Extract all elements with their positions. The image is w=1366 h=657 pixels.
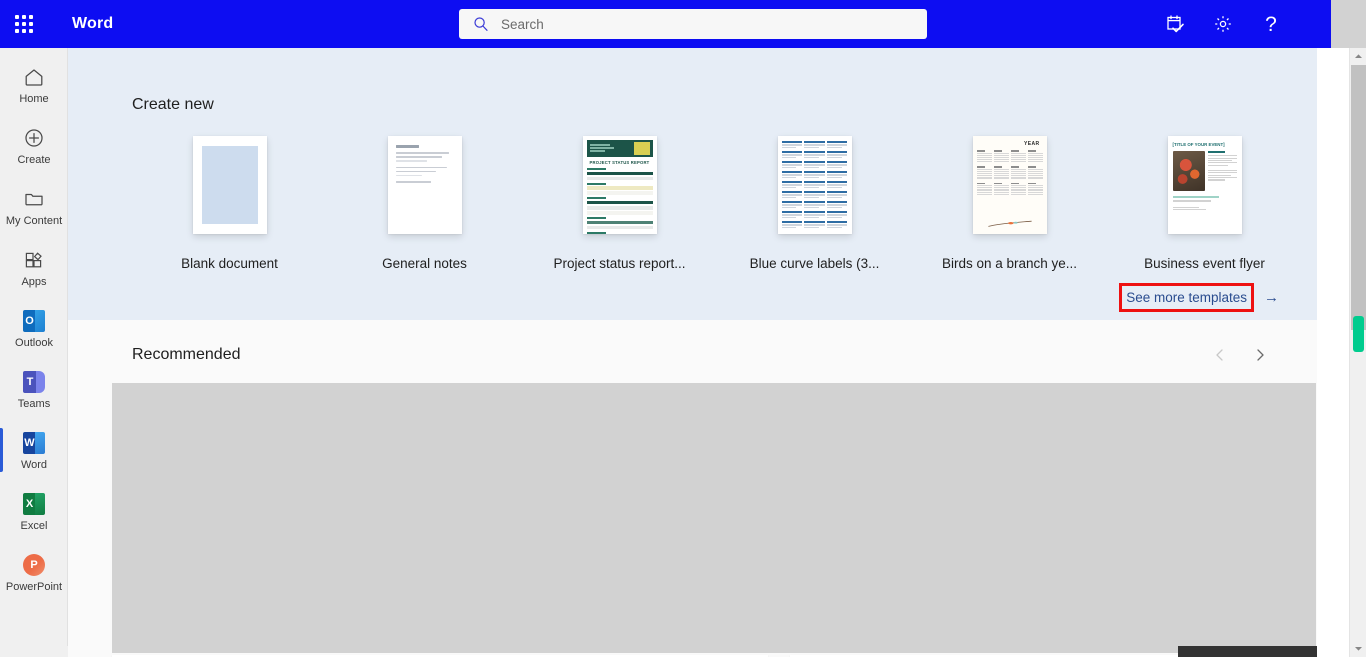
template-label: Birds on a branch ye... — [941, 256, 1078, 271]
psr-thumb-title: PROJECT STATUS REPORT — [589, 160, 650, 165]
template-label: Blank document — [181, 256, 278, 271]
scrollbar-position-marker — [1353, 316, 1364, 352]
powerpoint-icon: P — [23, 552, 45, 578]
project-status-report-thumb: PROJECT STATUS REPORT — [582, 136, 657, 234]
create-new-section: Create new Blank document General notes … — [68, 48, 1317, 320]
template-label: Project status report... — [553, 256, 686, 271]
vertical-scrollbar-thumb[interactable] — [1351, 65, 1366, 330]
flyer-photo — [1172, 151, 1205, 192]
template-blue-curve-labels[interactable]: Blue curve labels (3... — [717, 136, 912, 271]
recommended-header: Recommended — [68, 320, 1317, 366]
arrow-right-icon[interactable]: → — [1264, 289, 1279, 306]
search-input[interactable] — [501, 16, 901, 32]
sidebar-item-label: Apps — [21, 275, 47, 288]
left-navigation-rail: Home Create My Content Apps O Outlook T … — [0, 48, 68, 657]
search-icon — [474, 17, 488, 31]
plus-circle-icon — [23, 125, 45, 151]
sidebar-item-label: PowerPoint — [5, 580, 63, 593]
see-more-templates-row: See more templates → — [1119, 283, 1279, 312]
rail-bottom-gap — [0, 646, 68, 657]
help-icon[interactable]: ? — [1260, 13, 1282, 35]
blue-curve-labels-thumb — [777, 136, 852, 234]
settings-gear-icon[interactable] — [1212, 13, 1234, 35]
sidebar-item-excel[interactable]: X Excel — [0, 483, 68, 539]
sidebar-item-my-content[interactable]: My Content — [0, 178, 68, 234]
header-icon-group: ? — [1164, 0, 1282, 48]
sidebar-item-label: Home — [19, 92, 49, 105]
birds-on-a-branch-thumb: YEAR — [972, 136, 1047, 234]
sidebar-item-label: Outlook — [15, 336, 53, 349]
flyer-title-text: [TITLE OF YOUR EVENT] — [1172, 142, 1225, 147]
top-header-bar: Word Search ? — [0, 0, 1331, 48]
template-row: Blank document General notes PROJECT STA… — [68, 114, 1317, 271]
chevron-left-icon[interactable] — [1209, 344, 1231, 366]
excel-icon: X — [23, 491, 45, 517]
template-project-status-report[interactable]: PROJECT STATUS REPORT Project status rep… — [522, 136, 717, 271]
sidebar-item-apps[interactable]: Apps — [0, 239, 68, 295]
sidebar-item-powerpoint[interactable]: P PowerPoint — [0, 544, 68, 600]
sidebar-item-outlook[interactable]: O Outlook — [0, 300, 68, 356]
app-title: Word — [72, 15, 114, 32]
business-event-flyer-thumb: [TITLE OF YOUR EVENT] — [1167, 136, 1242, 234]
template-label: Business event flyer — [1144, 256, 1265, 271]
sidebar-item-label: Create — [17, 153, 51, 166]
header-right-filler — [1331, 0, 1366, 48]
see-more-templates-highlight: See more templates — [1119, 283, 1254, 312]
calendar-year-label: YEAR — [1024, 141, 1040, 147]
branch-illustration-icon — [987, 220, 1032, 227]
home-icon — [23, 64, 45, 90]
sidebar-item-label: Teams — [17, 397, 51, 410]
template-label: Blue curve labels (3... — [749, 256, 880, 271]
see-more-templates-link[interactable]: See more templates — [1126, 290, 1247, 305]
sidebar-item-label: Word — [20, 458, 48, 471]
app-launcher-icon[interactable] — [0, 0, 48, 48]
sidebar-item-home[interactable]: Home — [0, 56, 68, 112]
template-blank-document[interactable]: Blank document — [132, 136, 327, 271]
feedback-icon[interactable] — [1164, 13, 1186, 35]
sidebar-item-label: My Content — [5, 214, 63, 227]
sidebar-item-word[interactable]: W Word — [0, 422, 68, 478]
teams-icon: T — [23, 369, 45, 395]
outlook-icon: O — [23, 308, 45, 334]
recommended-title: Recommended — [132, 346, 241, 363]
apps-grid-icon — [23, 247, 45, 273]
create-new-title: Create new — [132, 96, 214, 113]
template-general-notes[interactable]: General notes — [327, 136, 522, 271]
recommended-section: Recommended — [68, 320, 1317, 657]
vertical-scrollbar[interactable] — [1349, 48, 1366, 657]
chevron-right-icon[interactable] — [1249, 344, 1271, 366]
template-label: General notes — [382, 256, 467, 271]
general-notes-thumb — [387, 136, 462, 234]
scroll-down-arrow-icon[interactable] — [1350, 640, 1366, 657]
recommended-loading-placeholder — [112, 383, 1316, 653]
blank-document-thumb — [192, 136, 267, 234]
folder-icon — [23, 186, 45, 212]
sidebar-item-teams[interactable]: T Teams — [0, 361, 68, 417]
sidebar-item-label: Excel — [20, 519, 48, 532]
word-icon: W — [23, 430, 45, 456]
horizontal-scrollbar-thumb[interactable] — [1178, 646, 1317, 657]
template-business-event-flyer[interactable]: [TITLE OF YOUR EVENT] Business event fly… — [1107, 136, 1302, 271]
main-content-area: Create new Blank document General notes … — [68, 48, 1317, 657]
recommended-nav-group — [1209, 344, 1271, 366]
scroll-up-arrow-icon[interactable] — [1350, 48, 1366, 65]
template-birds-on-a-branch[interactable]: YEAR Birds on a branch ye... — [912, 136, 1107, 271]
sidebar-item-create[interactable]: Create — [0, 117, 68, 173]
search-box[interactable] — [459, 9, 927, 39]
word-web-app: Word Search ? Home Create My Content App… — [0, 0, 1366, 657]
